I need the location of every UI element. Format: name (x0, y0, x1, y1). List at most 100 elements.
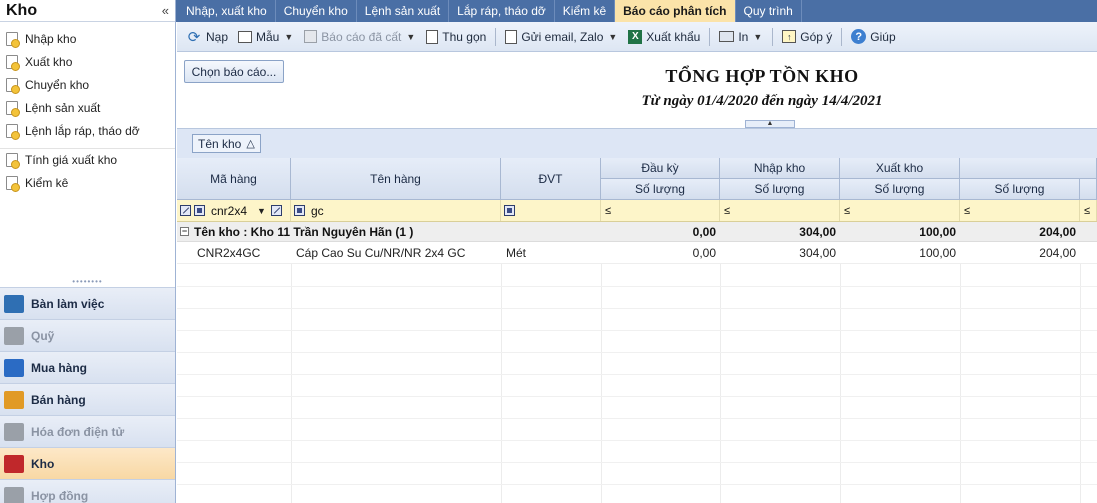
column-header-dvt[interactable]: ĐVT (501, 158, 601, 200)
tab-chuyen-kho[interactable]: Chuyển kho (276, 0, 357, 22)
cell-cuoi-ky: 204,00 (1039, 245, 1076, 260)
print-dropdown-icon[interactable]: ▼ (753, 32, 762, 42)
template-dropdown-icon[interactable]: ▼ (284, 32, 293, 42)
grid-line (177, 352, 1097, 353)
group-total-cuoi-ky: 204,00 (1039, 224, 1076, 239)
module-hop-dong[interactable]: Hợp đồng (0, 479, 175, 503)
filter-cell-nhap-kho: ≤ (720, 200, 840, 221)
collapse-label: Thu gọn (442, 29, 487, 44)
filter-condition-icon[interactable] (194, 205, 205, 216)
filter-operator-extra[interactable]: ≤ (1080, 205, 1090, 217)
sidebar-item-chuyen-kho[interactable]: Chuyển kho (0, 73, 175, 96)
print-button[interactable]: In (714, 25, 753, 49)
sidebar-header: Kho « (0, 0, 175, 22)
sidebar-item-label: Lệnh lắp ráp, tháo dỡ (25, 123, 140, 138)
tab-nhap-xuat-kho[interactable]: Nhập, xuất kho (178, 0, 276, 22)
sidebar-item-tinh-gia-xuat-kho[interactable]: Tính giá xuất kho (0, 148, 175, 171)
column-header-ten-hang[interactable]: Tên hàng (291, 158, 501, 200)
grid-line (960, 264, 961, 503)
group-total-xuat-kho: 100,00 (919, 224, 956, 239)
filter-cell-filler: ≤ (1080, 200, 1097, 221)
send-label: Gửi email, Zalo (521, 29, 604, 44)
filter-operator-xuat-kho[interactable]: ≤ (840, 205, 850, 217)
saved-reports-label: Báo cáo đã cất (321, 29, 402, 44)
module-list: Bàn làm việc Quỹ Mua hàng Bán hàng Hóa đ… (0, 287, 175, 503)
sidebar-item-xuat-kho[interactable]: Xuất kho (0, 50, 175, 73)
feedback-icon: ↑ (782, 30, 797, 43)
filter-input-ma-hang[interactable] (205, 201, 255, 220)
module-hoa-don-dien-tu[interactable]: Hóa đơn điện tử (0, 415, 175, 447)
group-row[interactable]: − Tên kho : Kho 11 Trần Nguyên Hãn (1 ) … (177, 222, 1097, 242)
saved-reports-dropdown-icon[interactable]: ▼ (406, 32, 415, 42)
column-header-ma-hang[interactable]: Mã hàng (177, 158, 291, 200)
saved-reports-button[interactable]: Báo cáo đã cất (299, 25, 406, 49)
filter-operator-cuoi-ky[interactable]: ≤ (960, 205, 970, 217)
filter-cell-dau-ky: ≤ (601, 200, 720, 221)
template-button[interactable]: Mẫu (233, 25, 284, 49)
column-header-cuoi-ky-so-luong[interactable]: Số lượng (960, 179, 1080, 200)
module-mua-hang[interactable]: Mua hàng (0, 351, 175, 383)
band-header-xuat-kho: Xuất kho (840, 158, 960, 179)
refresh-button[interactable]: ⟳ Nạp (181, 25, 233, 49)
document-icon (6, 54, 20, 71)
column-header-xuat-kho-so-luong[interactable]: Số lượng (840, 179, 960, 200)
filter-condition-icon[interactable] (294, 205, 305, 216)
module-ban-hang[interactable]: Bán hàng (0, 383, 175, 415)
filter-input-ten-hang[interactable]: gc (305, 204, 324, 218)
clear-filter-icon[interactable] (270, 205, 282, 216)
module-quy[interactable]: Quỹ (0, 319, 175, 351)
send-dropdown-icon[interactable]: ▼ (608, 32, 617, 42)
toolbar-separator (772, 27, 774, 46)
tab-bao-cao-phan-tich[interactable]: Báo cáo phân tích (615, 0, 736, 22)
toolbar-separator (495, 27, 497, 46)
store-icon (4, 390, 24, 409)
report-subtitle: Từ ngày 01/4/2020 đến ngày 14/4/2021 (641, 93, 883, 109)
cell-dau-ky: 0,00 (692, 245, 716, 260)
sidebar-item-kiem-ke[interactable]: Kiểm kê (0, 171, 175, 194)
collapse-group-icon[interactable]: − (180, 227, 189, 236)
tab-kiem-ke[interactable]: Kiểm kê (555, 0, 616, 22)
cell-xuat-kho: 100,00 (919, 245, 956, 260)
module-ban-lam-viec[interactable]: Bàn làm việc (0, 287, 175, 319)
module-kho[interactable]: Kho (0, 447, 175, 479)
send-email-zalo-button[interactable]: Gửi email, Zalo (500, 25, 608, 49)
table-row[interactable]: CNR2x4GC Cáp Cao Su Cu/NR/NR 2x4 GC Mét … (177, 242, 1097, 264)
document-icon (6, 31, 20, 48)
sidebar-item-lenh-san-xuat[interactable]: Lệnh sản xuất (0, 96, 175, 119)
collapse-grid-icon (426, 29, 439, 44)
filter-condition-icon[interactable] (504, 205, 515, 216)
filter-operator-nhap-kho[interactable]: ≤ (720, 205, 730, 217)
document-icon (6, 175, 20, 192)
grid-line (291, 264, 292, 503)
sidebar-item-nhap-kho[interactable]: Nhập kho (0, 27, 175, 50)
tab-quy-trinh[interactable]: Quy trình (736, 0, 802, 22)
collapse-sidebar-icon[interactable]: « (162, 3, 169, 18)
clear-filter-icon[interactable] (180, 205, 191, 216)
chart-board-icon (4, 294, 24, 313)
tab-lenh-san-xuat[interactable]: Lệnh sản xuất (357, 0, 450, 22)
cell-dvt: Mét (506, 245, 527, 260)
help-button[interactable]: ? Giúp (846, 25, 900, 49)
grid-line (177, 462, 1097, 463)
choose-report-button[interactable]: Chọn báo cáo... (184, 60, 284, 83)
collapse-button[interactable]: Thu gọn (421, 25, 491, 49)
grid-line (177, 418, 1097, 419)
export-button[interactable]: X Xuất khẩu (623, 25, 705, 49)
feedback-button[interactable]: ↑ Góp ý (777, 25, 837, 49)
cell-nhap-kho: 304,00 (799, 245, 836, 260)
template-icon (238, 30, 253, 43)
filter-operator-dau-ky[interactable]: ≤ (601, 205, 611, 217)
group-chip-ten-kho[interactable]: Tên kho △ (192, 134, 261, 153)
sidebar-item-label: Kiểm kê (25, 175, 69, 190)
sidebar-item-lenh-lap-rap[interactable]: Lệnh lắp ráp, tháo dỡ (0, 119, 175, 142)
tab-lap-rap-thao-do[interactable]: Lắp ráp, tháo dỡ (449, 0, 555, 22)
collapse-header-handle[interactable]: ▲ (745, 120, 795, 128)
help-label: Giúp (870, 29, 896, 44)
band-header-nhap-kho: Nhập kho (720, 158, 840, 179)
column-header-dau-ky-so-luong[interactable]: Số lượng (601, 179, 720, 200)
module-label: Bàn làm việc (31, 296, 105, 311)
column-header-nhap-kho-so-luong[interactable]: Số lượng (720, 179, 840, 200)
sidebar-menu: Nhập kho Xuất kho Chuyển kho Lệnh sản xu… (0, 22, 175, 194)
filter-dropdown-icon[interactable]: ▼ (257, 206, 266, 216)
band-header-cuoi-ky (960, 158, 1097, 179)
